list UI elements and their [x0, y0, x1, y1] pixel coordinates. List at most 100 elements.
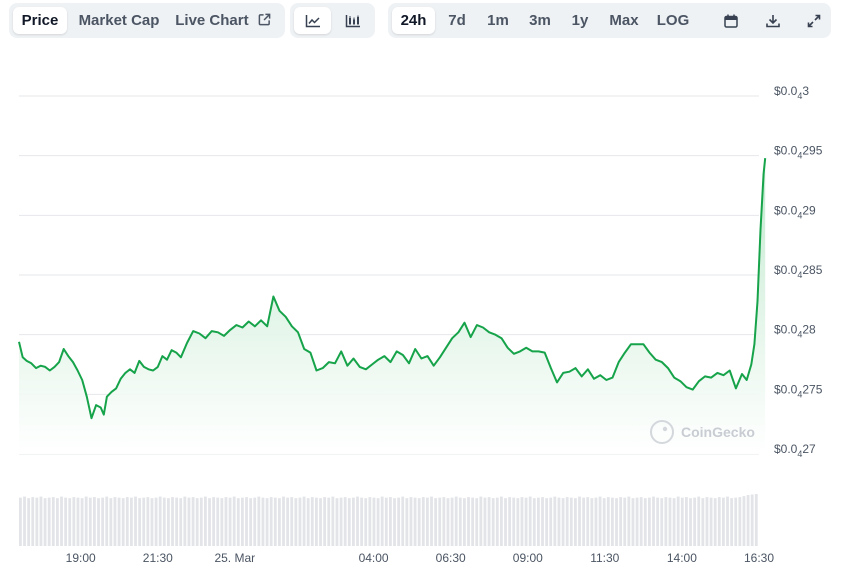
price-chart[interactable]: $0.043 $0.04295 $0.0429 $0.04285 $0.0428 $0.0…	[0, 0, 847, 568]
volume-bar	[504, 498, 507, 546]
volume-bar	[310, 497, 314, 546]
volume-bar	[72, 497, 76, 546]
x-tick-label: 06:30	[436, 551, 466, 565]
x-tick-label: 11:30	[590, 551, 619, 565]
volume-bar	[623, 497, 627, 546]
volume-bar	[680, 497, 684, 546]
volume-bar	[68, 498, 72, 546]
volume-bar	[639, 497, 643, 546]
volume-bar	[154, 497, 158, 546]
x-axis: 19:00 21:30 25. Mar 04:00 06:30 09:00 11:30 14:…	[66, 551, 775, 565]
y-tick-label: $0.043	[774, 84, 809, 101]
volume-bar	[454, 496, 458, 546]
volume-bar	[101, 497, 105, 546]
volume-bar	[261, 497, 265, 546]
volume-bar	[265, 498, 269, 546]
volume-bar	[672, 498, 676, 546]
volume-bar	[590, 498, 594, 546]
x-tick-label: 25. Mar	[214, 551, 255, 565]
y-tick-label: $0.0429	[774, 203, 816, 220]
volume-bar	[648, 497, 651, 546]
volume-bar	[730, 498, 734, 546]
y-tick-label: $0.0427	[774, 442, 816, 459]
volume-bar	[594, 497, 598, 546]
y-tick-label: $0.0428	[774, 323, 816, 340]
volume-bar	[27, 498, 31, 546]
volume-bar	[713, 498, 717, 546]
volume-bar	[643, 498, 647, 546]
volume-bar	[487, 497, 491, 546]
volume-bar	[709, 497, 713, 546]
volume-bar	[220, 498, 224, 546]
volume-bar	[130, 497, 133, 546]
volume-bar	[491, 498, 495, 546]
volume-bar	[598, 496, 602, 546]
volume-bar	[319, 498, 322, 546]
volume-bar	[652, 496, 655, 546]
volume-bar	[746, 495, 750, 546]
volume-bar	[343, 497, 347, 546]
x-tick-label: 21:30	[143, 551, 173, 565]
volume-bar	[553, 496, 557, 546]
price-area	[19, 158, 766, 454]
y-tick-label: $0.04295	[774, 144, 823, 161]
volume-bar	[23, 496, 26, 546]
volume-bar	[475, 498, 479, 546]
x-tick-label: 16:30	[744, 551, 774, 565]
volume-bar	[327, 497, 331, 546]
x-tick-label: 09:00	[513, 551, 543, 565]
volume-bar	[557, 497, 561, 546]
volume-bar	[524, 497, 528, 546]
volume-bar	[290, 497, 294, 546]
volume-bar	[549, 497, 553, 546]
volume-bar	[76, 497, 80, 546]
volume-bar	[298, 497, 302, 546]
volume-bar	[204, 496, 207, 546]
volume-bar	[228, 497, 232, 546]
volume-bar	[306, 498, 310, 546]
volume-bar	[232, 496, 236, 546]
volume-bar	[393, 498, 396, 546]
volume-bar	[60, 496, 63, 546]
volume-bar	[500, 496, 503, 546]
volume-bar	[19, 497, 22, 546]
volume-bar	[35, 497, 39, 546]
volume-bar	[282, 496, 285, 546]
volume-bar	[84, 496, 88, 546]
volume-bar	[360, 497, 364, 546]
volume-bar	[615, 498, 618, 546]
volume-bar	[142, 497, 146, 546]
volume-bar	[495, 497, 499, 546]
volume-bar	[356, 496, 359, 546]
volume-bar	[352, 497, 355, 546]
volume-bar	[364, 498, 368, 546]
volume-bar	[409, 497, 413, 546]
volume-bar	[561, 498, 565, 546]
volume-bar	[397, 497, 401, 546]
volume-bar	[315, 497, 318, 546]
volume-bar	[541, 497, 544, 546]
volume-bar	[171, 497, 174, 546]
volume-bar	[117, 497, 121, 546]
volume-bar	[294, 498, 298, 546]
volume-bar	[569, 497, 573, 546]
volume-bar	[450, 497, 454, 546]
volume-bar	[187, 497, 191, 546]
volume-bar	[405, 498, 409, 546]
x-tick-label: 04:00	[359, 551, 389, 565]
volume-bar	[121, 498, 125, 546]
volume-bar	[158, 496, 162, 546]
volume-bar	[376, 498, 380, 546]
volume-bar	[236, 498, 240, 546]
volume-bar	[278, 498, 281, 546]
volume-bar	[442, 497, 446, 546]
volume-bar	[611, 497, 614, 546]
volume-bar	[417, 498, 421, 546]
volume-bar	[113, 497, 117, 546]
volume-bar	[125, 497, 129, 546]
volume-bar	[109, 498, 113, 546]
volume-bar	[56, 498, 59, 546]
x-tick-label: 14:00	[667, 551, 697, 565]
volume-bars	[19, 494, 758, 546]
volume-bar	[734, 497, 738, 546]
